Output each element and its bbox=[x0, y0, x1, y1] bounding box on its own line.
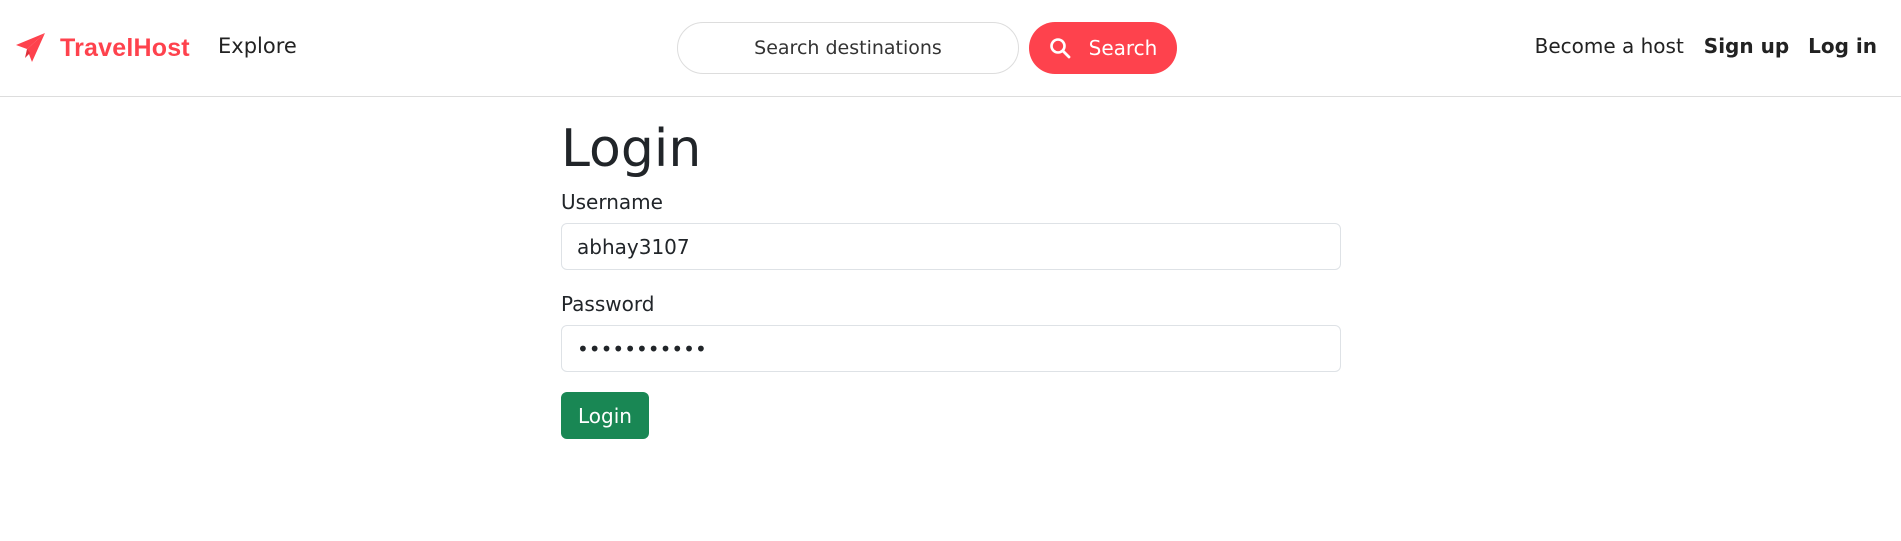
search-button-label: Search bbox=[1088, 36, 1158, 60]
brand-name: TravelHost bbox=[60, 33, 190, 62]
become-host-link[interactable]: Become a host bbox=[1535, 34, 1684, 58]
brand-logo-link[interactable]: TravelHost bbox=[14, 30, 190, 66]
nav-right-links: Become a host Sign up Log in bbox=[1535, 34, 1877, 58]
signup-link[interactable]: Sign up bbox=[1704, 34, 1789, 58]
login-form-container: Login Username Password Login bbox=[561, 118, 1341, 439]
username-label: Username bbox=[561, 190, 663, 214]
nav-explore-link[interactable]: Explore bbox=[218, 34, 297, 58]
login-submit-button[interactable]: Login bbox=[561, 392, 649, 439]
search-button[interactable]: Search bbox=[1029, 22, 1177, 74]
search-icon bbox=[1049, 37, 1071, 59]
paper-plane-icon bbox=[14, 31, 48, 65]
password-label: Password bbox=[561, 292, 655, 316]
login-link[interactable]: Log in bbox=[1808, 34, 1877, 58]
password-field[interactable] bbox=[561, 325, 1341, 372]
search-input[interactable] bbox=[677, 22, 1019, 74]
top-navbar: TravelHost Explore Search Become a host … bbox=[0, 0, 1901, 97]
page-title: Login bbox=[561, 119, 702, 179]
username-field[interactable] bbox=[561, 223, 1341, 270]
